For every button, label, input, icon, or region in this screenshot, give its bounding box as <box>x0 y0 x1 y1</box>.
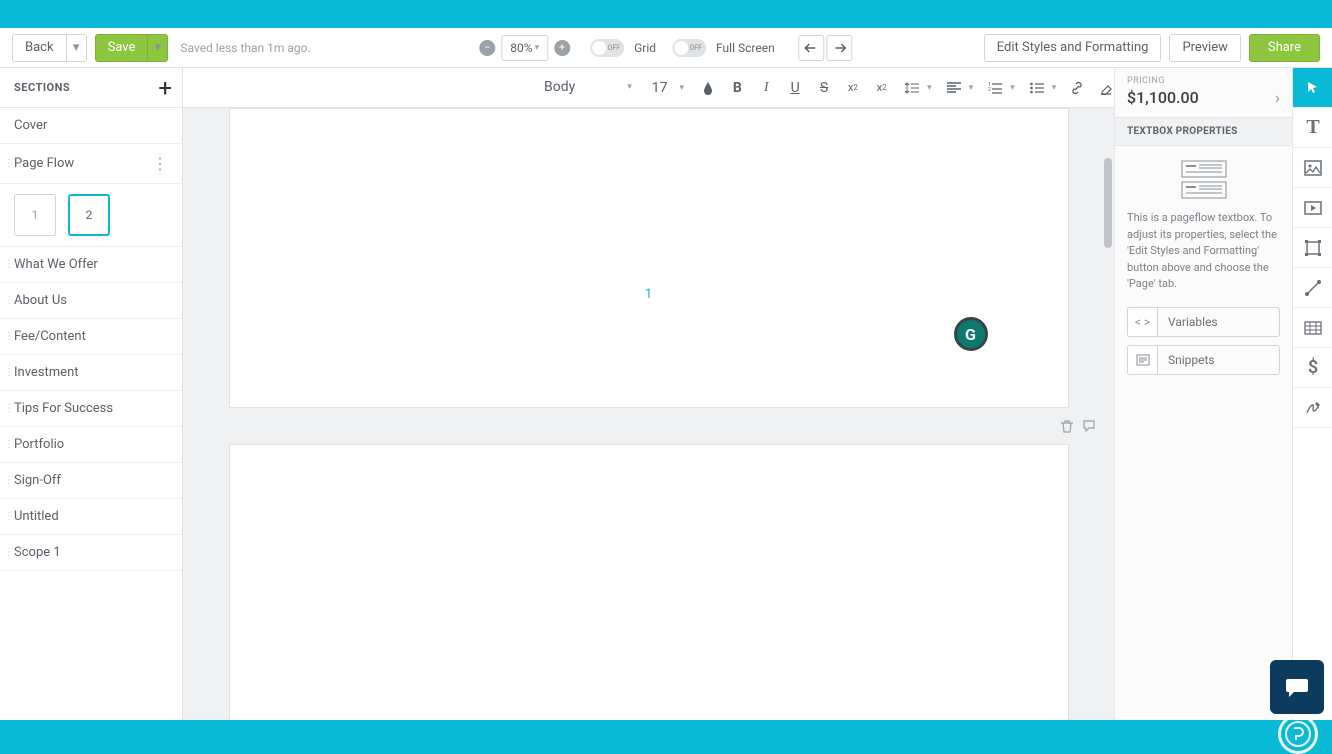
section-item-what-we-offer[interactable]: ⋮⋮What We Offer <box>0 247 182 283</box>
superscript-button[interactable]: x2 <box>873 78 890 98</box>
ordered-list-button[interactable]: 12 <box>985 78 1005 98</box>
subscript-button[interactable]: x2 <box>844 78 861 98</box>
document-page-1[interactable]: 1 G <box>229 108 1069 408</box>
drag-handle-icon[interactable]: ⋮⋮ <box>4 370 26 376</box>
page-thumb-1[interactable]: 1 <box>14 194 56 236</box>
pointer-tool[interactable] <box>1293 68 1332 108</box>
zoom-in-button[interactable]: + <box>554 40 570 56</box>
drag-handle-icon[interactable]: ⋮⋮ <box>4 262 26 268</box>
section-more-icon[interactable]: ⋮ <box>152 154 168 173</box>
delete-page-icon[interactable] <box>1060 419 1074 433</box>
line-spacing-button[interactable] <box>902 78 922 98</box>
brand-logo-icon <box>1278 714 1318 754</box>
page-thumb-2[interactable]: 2 <box>68 194 110 236</box>
strikethrough-button[interactable]: S <box>816 78 833 98</box>
section-item-cover[interactable]: Cover <box>0 108 182 144</box>
textbox-illustration-icon <box>1127 160 1280 200</box>
grammarly-icon[interactable]: G <box>954 317 988 351</box>
underline-button[interactable]: U <box>787 78 804 98</box>
properties-panel: PRICING $1,100.00 › TEXTBOX PROPERTIES <box>1114 68 1292 720</box>
sections-panel: SECTIONS + Cover ⋮⋮ Page Flow ⋮ 1 2 ⋮⋮Wh… <box>0 68 183 720</box>
bullet-list-button[interactable] <box>1027 78 1047 98</box>
save-dropdown[interactable]: ▾ <box>148 34 168 62</box>
bold-button[interactable]: B <box>729 78 746 98</box>
textbox-properties-header: TEXTBOX PROPERTIES <box>1115 117 1292 146</box>
undo-button[interactable] <box>799 35 825 61</box>
drag-handle-icon[interactable]: ⋮⋮ <box>4 478 26 484</box>
drag-handle-icon[interactable]: ⋮⋮ <box>4 334 26 340</box>
canvas-area[interactable]: 1 G Click to add c... <box>183 108 1114 720</box>
zoom-controls: − 80%▾ + OFF Grid OFF Full Screen <box>479 35 852 61</box>
save-button-group: Save ▾ <box>95 34 169 62</box>
back-dropdown[interactable]: ▾ <box>67 34 87 62</box>
zoom-level[interactable]: 80%▾ <box>501 35 548 61</box>
page-comment-icon[interactable] <box>1082 419 1096 433</box>
link-button[interactable] <box>1068 78 1085 98</box>
font-size-select[interactable]: 17▾ <box>648 80 688 96</box>
page-number: 1 <box>645 287 652 302</box>
svg-text:2: 2 <box>988 87 991 93</box>
pricing-label: PRICING <box>1115 68 1292 86</box>
text-color-icon[interactable] <box>700 78 717 98</box>
sections-header: SECTIONS <box>14 81 70 94</box>
image-tool[interactable] <box>1293 148 1332 188</box>
section-item-about-us[interactable]: ⋮⋮About Us <box>0 283 182 319</box>
top-toolbar: Back ▾ Save ▾ Saved less than 1m ago. − … <box>0 28 1332 68</box>
back-button[interactable]: Back <box>12 34 67 62</box>
fullscreen-label: Full Screen <box>716 41 775 55</box>
pricing-tool[interactable]: $ <box>1293 348 1332 388</box>
drag-handle-icon[interactable]: ⋮⋮ <box>4 298 26 304</box>
format-toolbar: Body▾ 17▾ B I U S x2 x2 ▾ <box>183 68 1114 108</box>
section-item-tips[interactable]: ⋮⋮Tips For Success <box>0 391 182 427</box>
zoom-out-button[interactable]: − <box>479 40 495 56</box>
document-page-2[interactable]: Click to add c... <box>229 444 1069 720</box>
italic-button[interactable]: I <box>758 78 775 98</box>
pricing-value: $1,100.00 <box>1127 88 1199 107</box>
section-item-investment[interactable]: ⋮⋮Investment <box>0 355 182 391</box>
fullscreen-toggle[interactable]: OFF <box>672 39 706 57</box>
drag-handle-icon[interactable]: ⋮⋮ <box>4 161 26 167</box>
text-style-select[interactable]: Body▾ <box>540 74 636 102</box>
section-item-portfolio[interactable]: ⋮⋮Portfolio <box>0 427 182 463</box>
scrollbar[interactable] <box>1104 158 1112 248</box>
drag-handle-icon[interactable]: ⋮⋮ <box>4 406 26 412</box>
table-tool[interactable] <box>1293 308 1332 348</box>
section-item-scope-1[interactable]: ⋮⋮Scope 1 <box>0 535 182 571</box>
section-item-sign-off[interactable]: ⋮⋮Sign-Off <box>0 463 182 499</box>
pricing-value-row[interactable]: $1,100.00 › <box>1115 86 1292 117</box>
drag-handle-icon[interactable]: ⋮⋮ <box>4 550 26 556</box>
variables-icon: < > <box>1128 308 1158 336</box>
page-thumbnails: 1 2 <box>0 184 182 247</box>
text-tool[interactable]: T <box>1293 108 1332 148</box>
chevron-right-icon: › <box>1275 88 1280 107</box>
snippets-icon <box>1128 346 1158 374</box>
back-button-group: Back ▾ <box>12 34 87 62</box>
section-item-untitled[interactable]: ⋮⋮Untitled <box>0 499 182 535</box>
saved-status: Saved less than 1m ago. <box>180 41 310 55</box>
shape-tool[interactable] <box>1293 228 1332 268</box>
snippets-button[interactable]: Snippets <box>1127 345 1280 375</box>
share-button[interactable]: Share <box>1249 34 1320 62</box>
section-item-fee-content[interactable]: ⋮⋮Fee/Content <box>0 319 182 355</box>
add-section-button[interactable]: + <box>158 74 172 102</box>
redo-button[interactable] <box>827 35 853 61</box>
save-button[interactable]: Save <box>95 34 149 62</box>
video-tool[interactable] <box>1293 188 1332 228</box>
line-tool[interactable] <box>1293 268 1332 308</box>
grid-toggle[interactable]: OFF <box>590 39 624 57</box>
drag-handle-icon[interactable]: ⋮⋮ <box>4 514 26 520</box>
edit-styles-button[interactable]: Edit Styles and Formatting <box>984 34 1162 62</box>
chat-widget[interactable] <box>1270 660 1324 714</box>
preview-button[interactable]: Preview <box>1169 34 1240 62</box>
drag-handle-icon[interactable]: ⋮⋮ <box>4 442 26 448</box>
align-button[interactable] <box>944 78 964 98</box>
variables-button[interactable]: < > Variables <box>1127 307 1280 337</box>
right-tool-strip: T $ <box>1292 68 1332 720</box>
textbox-properties-description: This is a pageflow textbox. To adjust it… <box>1127 210 1280 293</box>
grid-label: Grid <box>634 41 656 55</box>
clear-format-button[interactable] <box>1097 78 1114 98</box>
signature-tool[interactable] <box>1293 388 1332 428</box>
section-item-page-flow[interactable]: ⋮⋮ Page Flow ⋮ <box>0 144 182 184</box>
